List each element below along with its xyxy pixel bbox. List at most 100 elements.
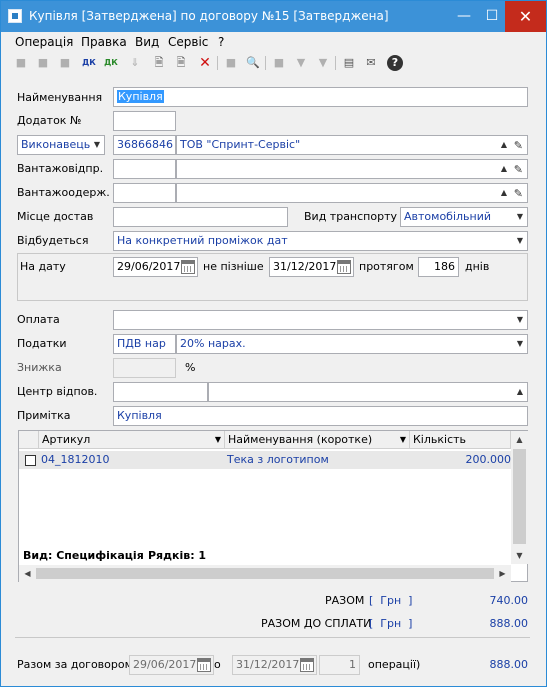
chevron-down-icon: ▼ (516, 236, 523, 245)
resp-center-label: Центр відпов. (17, 385, 98, 398)
edit-pencil-icon[interactable]: ✎ (514, 161, 523, 178)
column-header-article-label: Артикул (42, 433, 91, 446)
mail-icon[interactable]: ✉ (363, 55, 379, 71)
addendum-label: Додаток № (17, 114, 82, 127)
maximize-button[interactable]: ☐ (477, 1, 507, 32)
occurs-select[interactable]: На конкретний проміжок дат ▼ (113, 231, 528, 251)
menu-operation[interactable]: Операція (15, 35, 73, 49)
not-later-input[interactable]: 31/12/2017 (269, 257, 354, 277)
export-icon[interactable]: 🗎 (151, 55, 167, 71)
payment-select[interactable]: ▼ (113, 310, 528, 330)
during-days-input[interactable]: 186 (418, 257, 459, 277)
scroll-right-icon[interactable]: ▶ (494, 565, 511, 582)
paste-icon[interactable]: ■ (57, 55, 73, 71)
minimize-button[interactable]: — (449, 1, 479, 32)
import-icon[interactable]: ⇓ (127, 55, 143, 71)
name-input[interactable]: Купівля (113, 87, 528, 107)
taxes-code-input[interactable]: ПДВ нар (113, 334, 176, 354)
shipper-code-input[interactable] (113, 159, 176, 179)
scroll-thumb[interactable] (36, 568, 494, 579)
dk-in-button[interactable]: ДК (81, 55, 97, 71)
column-header-article[interactable]: Артикул ▼ (39, 431, 225, 449)
edit-pencil-icon[interactable]: ✎ (514, 137, 523, 154)
new-icon[interactable]: ■ (13, 55, 29, 71)
contract-from-value: 29/06/2017 (133, 658, 197, 671)
shipper-name-input[interactable]: ▲ ✎ (176, 159, 528, 179)
notes-icon[interactable]: ▤ (341, 55, 357, 71)
scroll-left-icon[interactable]: ◀ (19, 565, 36, 582)
scroll-thumb[interactable] (513, 449, 526, 544)
chevron-down-icon: ▼ (516, 315, 523, 324)
percent-sign: % (185, 361, 196, 374)
addendum-input[interactable] (113, 111, 176, 131)
dk-out-button[interactable]: ДК (103, 55, 119, 71)
search-icon[interactable]: 🔍 (245, 55, 261, 71)
not-later-label: не пізніше (203, 260, 264, 273)
occurs-value: На конкретний проміжок дат (117, 234, 288, 247)
occurs-label: Відбудеться (17, 234, 89, 247)
menu-view[interactable]: Вид (135, 35, 159, 49)
chevron-up-icon[interactable]: ▲ (501, 184, 507, 202)
executor-role-value: Виконавець (21, 138, 91, 151)
delivery-place-input[interactable] (113, 207, 288, 227)
filter-icon[interactable]: ▼ (293, 55, 309, 71)
title-bar: Купівля [Затверджена] по договору №15 [З… (1, 1, 546, 32)
contract-ops-label: операції) (368, 658, 421, 671)
calendar-icon[interactable] (181, 260, 195, 274)
executor-code-input[interactable]: 36866846 (113, 135, 176, 155)
scroll-down-icon[interactable]: ▼ (511, 547, 528, 564)
contract-total-value: 888.00 (489, 658, 529, 671)
discount-input (113, 358, 176, 378)
toolbar-separator (335, 56, 336, 70)
help-icon[interactable]: ? (387, 55, 403, 71)
divider (15, 637, 530, 638)
delivery-place-label: Місце достав (17, 210, 94, 223)
note-label: Примітка (17, 409, 71, 422)
menu-help[interactable]: ? (218, 35, 224, 49)
chevron-up-icon[interactable]: ▲ (501, 136, 507, 154)
grid-horizontal-scrollbar[interactable]: ◀ ▶ (19, 565, 511, 582)
to-pay-value: 888.00 (489, 617, 529, 630)
filter-clear-icon[interactable]: ▼ (315, 55, 331, 71)
date-input[interactable]: 29/06/2017 (113, 257, 198, 277)
edit-pencil-icon[interactable]: ✎ (514, 185, 523, 202)
transport-select[interactable]: Автомобільний ▼ (400, 207, 528, 227)
scroll-up-icon[interactable]: ▲ (511, 431, 528, 448)
print-icon[interactable]: ■ (223, 55, 239, 71)
menu-edit[interactable]: Правка (81, 35, 127, 49)
resp-center-code-input[interactable] (113, 382, 208, 402)
consignee-label: Вантажоодерж. (17, 186, 110, 199)
executor-role-select[interactable]: Виконавець ▼ (17, 135, 105, 155)
not-later-value: 31/12/2017 (273, 260, 337, 273)
toolbar: ■ ■ ■ ДК ДК ⇓ 🗎 🗎 ✕ ■ 🔍 ■ ▼ ▼ ▤ ✉ ? (1, 52, 546, 74)
filter-dropdown-icon[interactable]: ▼ (400, 431, 406, 449)
transport-label: Вид транспорту (304, 210, 397, 223)
resp-center-input[interactable]: ▲ (208, 382, 528, 402)
days-label: днів (465, 260, 490, 273)
calendar-icon[interactable] (337, 260, 351, 274)
column-header-name[interactable]: Найменування (коротке) ▼ (225, 431, 410, 449)
table-icon[interactable]: ■ (271, 55, 287, 71)
chevron-up-icon[interactable]: ▲ (501, 160, 507, 178)
refresh-doc-icon[interactable]: 🗎 (173, 55, 189, 71)
to-pay-currency-link[interactable]: [ Грн ] (369, 617, 412, 630)
executor-name-input[interactable]: ТОВ "Спринт-Сервіс" ▲ ✎ (176, 135, 528, 155)
menu-service[interactable]: Сервіс (168, 35, 208, 49)
note-input[interactable]: Купівля (113, 406, 528, 426)
copy-icon[interactable]: ■ (35, 55, 51, 71)
column-header-qty[interactable]: Кількість (410, 431, 511, 449)
consignee-code-input[interactable] (113, 183, 176, 203)
row-checkbox[interactable] (25, 455, 36, 466)
contract-to-label: о (214, 658, 221, 671)
taxes-select[interactable]: 20% нарах. ▼ (176, 334, 528, 354)
close-button[interactable]: ✕ (505, 1, 546, 32)
contract-ops-count: 1 (319, 655, 360, 675)
consignee-name-input[interactable]: ▲ ✎ (176, 183, 528, 203)
delete-icon[interactable]: ✕ (197, 55, 213, 71)
filter-dropdown-icon[interactable]: ▼ (215, 431, 221, 449)
discount-label: Знижка (17, 361, 62, 374)
chevron-up-icon[interactable]: ▲ (517, 383, 523, 401)
total-currency-link[interactable]: [ Грн ] (369, 594, 412, 607)
window-title: Купівля [Затверджена] по договору №15 [З… (29, 9, 389, 23)
grid-vertical-scrollbar[interactable]: ▲ ▼ (511, 431, 528, 564)
